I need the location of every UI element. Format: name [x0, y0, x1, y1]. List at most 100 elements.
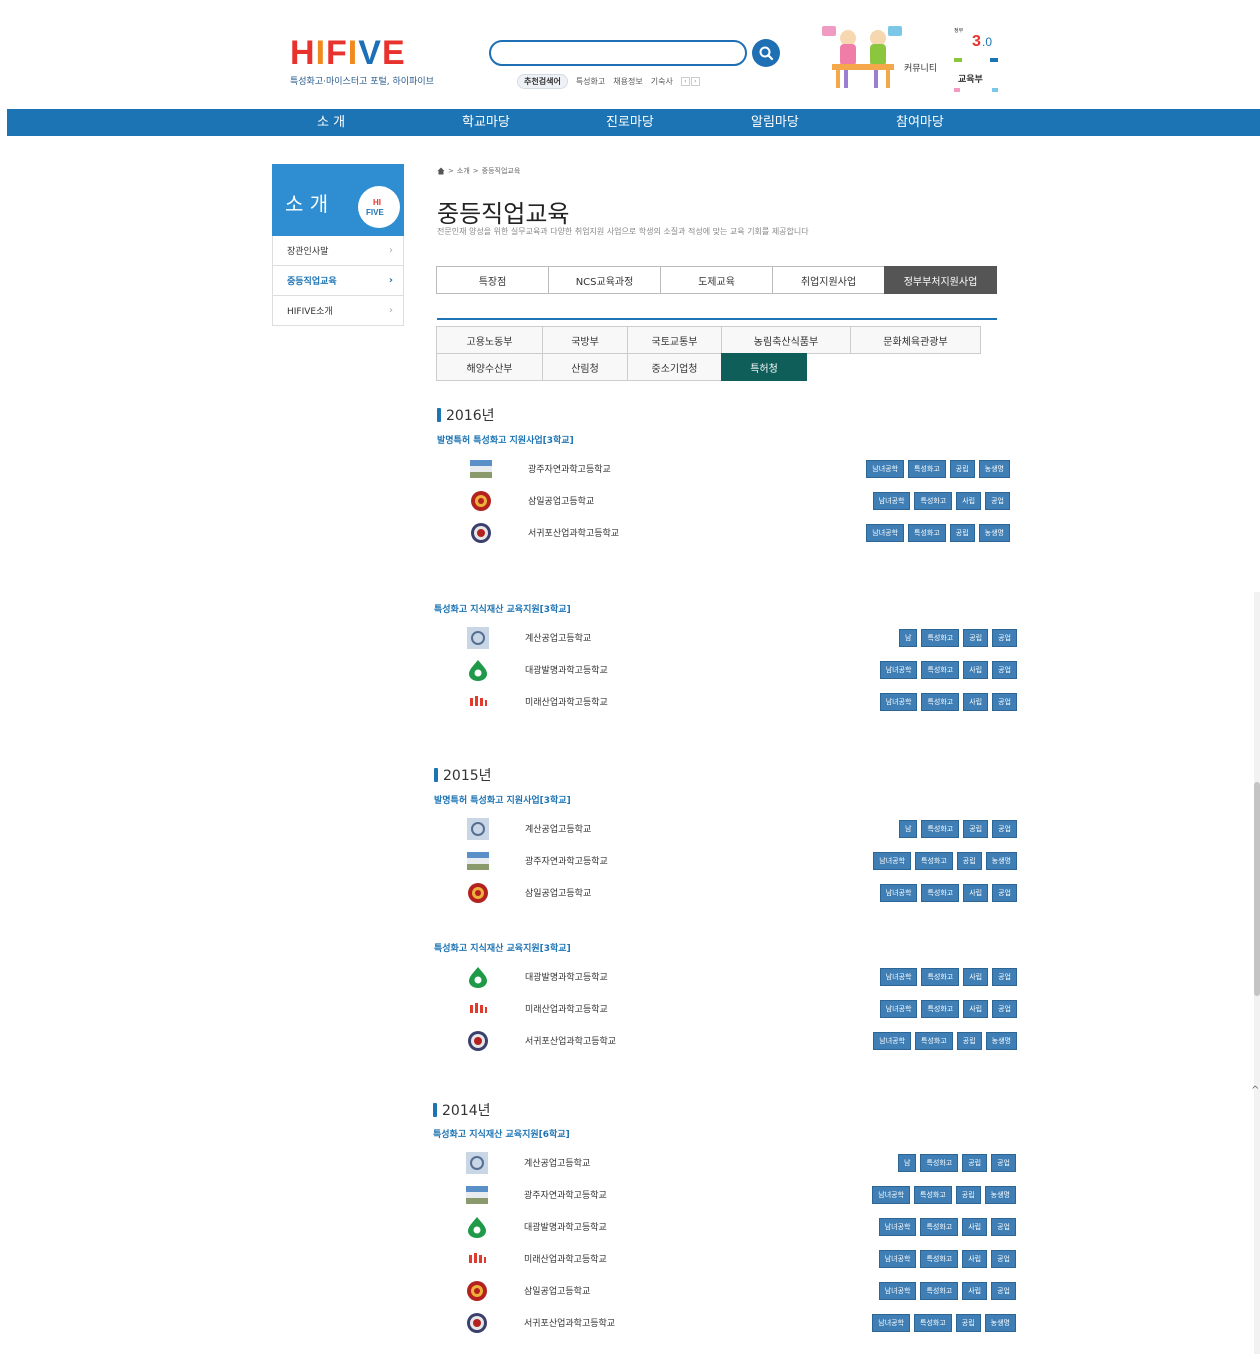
breadcrumb-item[interactable]: 소개 [457, 166, 470, 176]
government-3-0-badge[interactable]: 정부 3 .0 교육부 [950, 24, 1002, 94]
tag-field: 공업 [992, 968, 1017, 986]
tag-field: 공업 [992, 661, 1017, 679]
nav-intro[interactable]: 소 개 [317, 109, 345, 136]
school-name[interactable]: 계산공업고등학교 [525, 631, 591, 644]
school-name[interactable]: 대광발명과학고등학교 [525, 663, 608, 676]
tab-ministry-culture[interactable]: 문화체육관광부 [850, 326, 981, 354]
community-illustration[interactable] [820, 24, 930, 90]
school-name[interactable]: 대광발명과학고등학교 [524, 1220, 607, 1233]
ministry-tabs: 고용노동부 국방부 국토교통부 농림축산식품부 문화체육관광부 해양수산부 산림… [436, 326, 997, 381]
search-button[interactable] [752, 39, 780, 67]
tab-government-support[interactable]: 정부부처지원사업 [884, 266, 997, 294]
tag-gender: 남녀공학 [872, 1186, 911, 1204]
tab-employment-support[interactable]: 취업지원사업 [772, 266, 885, 294]
school-emblem-navy-icon [466, 1312, 488, 1334]
tab-forest-service[interactable]: 산림청 [542, 353, 628, 381]
svg-text:정부: 정부 [954, 27, 964, 34]
school-name[interactable]: 미래산업과학고등학교 [524, 1252, 607, 1265]
breadcrumb-item[interactable]: 중등직업교육 [482, 166, 521, 176]
tab-ministry-labor[interactable]: 고용노동부 [436, 326, 543, 354]
list-item: 서귀포산업과학고등학교 남녀공학 특성화고 공립 농생명 [470, 522, 1010, 544]
school-name[interactable]: 광주자연과학고등학교 [528, 462, 611, 475]
tab-apprenticeship[interactable]: 도제교육 [660, 266, 773, 294]
tag-field: 공업 [991, 1154, 1016, 1172]
tag-gender: 남녀공학 [879, 1000, 918, 1018]
tag-type: 특성화고 [921, 1000, 960, 1018]
school-name[interactable]: 미래산업과학고등학교 [525, 1002, 608, 1015]
school-emblem-navy-icon [470, 522, 492, 544]
school-name[interactable]: 광주자연과학고등학교 [525, 854, 608, 867]
school-name[interactable]: 서귀포산업과학고등학교 [524, 1316, 615, 1329]
school-name[interactable]: 미래산업과학고등학교 [525, 695, 608, 708]
heading-bar [437, 408, 441, 422]
tab-ministry-oceans[interactable]: 해양수산부 [436, 353, 543, 381]
tag-type: 특성화고 [920, 1250, 959, 1268]
tab-ncs-curriculum[interactable]: NCS교육과정 [548, 266, 661, 294]
tag-gender: 남녀공학 [878, 1282, 917, 1300]
school-name[interactable]: 삼일공업고등학교 [525, 886, 591, 899]
school-emblem-blue-icon [467, 818, 489, 840]
prev-arrow-icon[interactable]: ‹ [680, 77, 690, 86]
school-tags: 남녀공학 특성화고 공립 농생명 [873, 1032, 1017, 1050]
school-emblem-mirae-icon [467, 998, 489, 1020]
sidebar-title: 소 개 [285, 192, 329, 216]
tag-field: 공업 [992, 820, 1017, 838]
sidebar-item-hifive-intro[interactable]: HIFIVE소개 › [273, 296, 403, 326]
scroll-up-icon[interactable]: ^ [1251, 1085, 1259, 1096]
tag-gender: 남 [899, 629, 918, 647]
search-input[interactable] [489, 40, 747, 66]
school-tags: 남녀공학 특성화고 사립 공업 [879, 968, 1017, 986]
school-tags: 남녀공학 특성화고 공립 농생명 [873, 852, 1017, 870]
keyword-link[interactable]: 기숙사 [651, 76, 673, 87]
tag-gender: 남녀공학 [879, 968, 918, 986]
tab-ministry-defense[interactable]: 국방부 [542, 326, 628, 354]
tab-ministry-land[interactable]: 국토교통부 [627, 326, 722, 354]
school-name[interactable]: 광주자연과학고등학교 [524, 1188, 607, 1201]
tab-patent-office[interactable]: 특허청 [721, 353, 807, 381]
tag-field: 공업 [992, 884, 1017, 902]
site-logo[interactable]: HIFIVE 특성화고·마이스터고 포털, 하이파이브 [290, 36, 440, 87]
tag-type: 특성화고 [915, 1032, 953, 1050]
school-emblem-green-icon [467, 966, 489, 988]
section-title: 특성화고 지식재산 교육지원[3학교] [434, 605, 571, 615]
sidebar-item-label: HIFIVE소개 [287, 307, 333, 317]
nav-career[interactable]: 진로마당 [606, 109, 654, 136]
school-name[interactable]: 서귀포산업과학고등학교 [528, 526, 619, 539]
tab-ministry-agriculture[interactable]: 농림축산식품부 [721, 326, 851, 354]
school-name[interactable]: 삼일공업고등학교 [528, 494, 594, 507]
school-name[interactable]: 서귀포산업과학고등학교 [525, 1034, 616, 1047]
school-emblem-mirae-icon [466, 1248, 488, 1270]
tag-gender: 남녀공학 [879, 661, 918, 679]
list-item: 서귀포산업과학고등학교 남녀공학 특성화고 공립 농생명 [467, 1030, 1017, 1052]
tag-field: 농생명 [984, 1314, 1016, 1332]
home-icon[interactable] [437, 167, 445, 175]
tag-ownership: 공립 [949, 524, 975, 542]
school-name[interactable]: 대광발명과학고등학교 [525, 970, 608, 983]
list-item: 계산공업고등학교 남 특성화고 공립 공업 [467, 627, 1017, 649]
sidebar-item-minister-greeting[interactable]: 장관인사말 › [273, 236, 403, 266]
sidebar-item-vocational-education[interactable]: 중등직업교육 › [273, 266, 403, 296]
school-emblem-red-icon [467, 882, 489, 904]
year-label: 2016년 [446, 408, 495, 424]
school-tags: 남 특성화고 공립 공업 [898, 1154, 1016, 1172]
school-name[interactable]: 계산공업고등학교 [524, 1156, 590, 1169]
heading-bar [433, 1103, 437, 1117]
school-name[interactable]: 계산공업고등학교 [525, 822, 591, 835]
scrollbar-thumb[interactable] [1254, 782, 1260, 996]
next-arrow-icon[interactable]: › [690, 77, 700, 86]
school-tags: 남녀공학 특성화고 사립 공업 [872, 492, 1010, 510]
nav-participation[interactable]: 참여마당 [896, 109, 944, 136]
nav-school[interactable]: 학교마당 [462, 109, 510, 136]
tag-type: 특성화고 [921, 884, 960, 902]
school-name[interactable]: 삼일공업고등학교 [524, 1284, 590, 1297]
tab-sme-administration[interactable]: 중소기업청 [627, 353, 722, 381]
svg-text:.0: .0 [982, 35, 992, 49]
school-photo-icon [467, 850, 489, 872]
tab-strengths[interactable]: 특장점 [436, 266, 549, 294]
nav-notice[interactable]: 알림마당 [751, 109, 799, 136]
community-label[interactable]: 커뮤니티 [904, 61, 937, 74]
keyword-link[interactable]: 채용정보 [613, 76, 642, 87]
list-item: 광주자연과학고등학교 남녀공학 특성화고 공립 농생명 [466, 1184, 1016, 1206]
year-label: 2015년 [443, 768, 492, 784]
keyword-link[interactable]: 특성화고 [576, 76, 605, 87]
